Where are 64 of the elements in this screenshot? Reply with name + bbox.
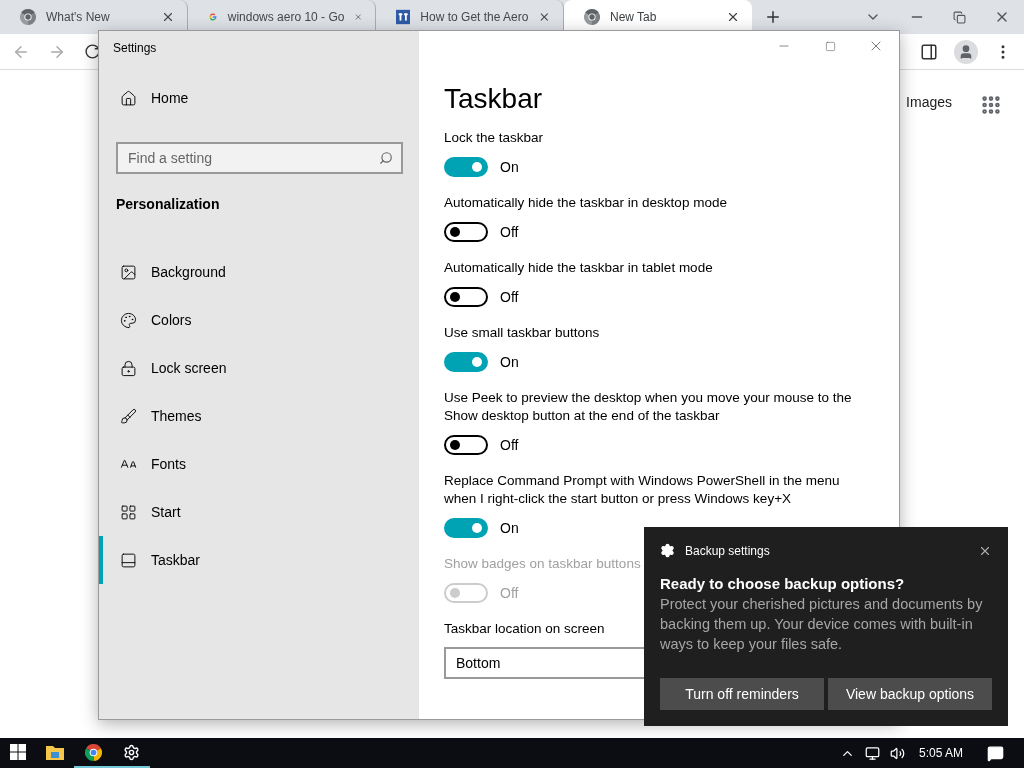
clock[interactable]: 5:05 AM	[918, 746, 963, 760]
nav-item[interactable]: Themes	[99, 392, 419, 440]
site-icon	[396, 9, 411, 25]
toggle-state: Off	[500, 437, 519, 453]
nav-item[interactable]: Taskbar	[99, 536, 419, 584]
toggle-state: On	[500, 520, 519, 536]
chrome-icon	[84, 743, 102, 761]
side-panel-icon[interactable]	[920, 42, 938, 61]
tiles-icon	[120, 503, 137, 521]
section-heading: Personalization	[115, 195, 221, 214]
toggle-switch[interactable]	[444, 435, 488, 455]
network-icon[interactable]	[864, 745, 880, 761]
toggle-state: Off	[500, 585, 519, 601]
new-tab-icon[interactable]	[764, 8, 782, 26]
field-label: Taskbar location on screen	[444, 620, 605, 638]
option-label: Automatically hide the taskbar in desktop mode	[444, 194, 727, 212]
close-icon[interactable]	[538, 10, 551, 24]
toggle-state: Off	[500, 224, 519, 240]
images-link[interactable]: Images	[906, 94, 952, 110]
option-label: Replace Command Prompt with Windows PowerShell in the menu when I right-click the start button or press Windows key+X	[444, 472, 841, 508]
nav-item[interactable]: Start	[99, 488, 419, 536]
lock-icon	[120, 359, 137, 377]
image-icon	[120, 263, 137, 281]
windows-logo-icon	[10, 744, 26, 760]
toggle-state: On	[500, 159, 519, 175]
nav-item[interactable]: Background	[99, 248, 419, 296]
chrome-icon	[584, 9, 600, 25]
toggle-state: On	[500, 354, 519, 370]
notification-icon[interactable]	[987, 744, 1004, 762]
toast-app-name: Backup settings	[685, 543, 771, 558]
toast-button[interactable]: View backup options	[828, 678, 992, 710]
toggle-switch[interactable]	[444, 352, 488, 372]
volume-icon[interactable]	[889, 745, 905, 761]
folder-icon	[46, 744, 64, 760]
restore-icon[interactable]	[953, 10, 966, 24]
palette-icon	[120, 311, 137, 329]
home-link[interactable]: Home	[99, 74, 419, 122]
page-title: Taskbar	[444, 83, 544, 115]
option-label: Use Peek to preview the desktop when you move your mouse to the Show desktop button at the end of the taskbar	[444, 389, 853, 425]
toggle-switch[interactable]	[444, 518, 488, 538]
toggle-switch[interactable]	[444, 157, 488, 177]
option-label: Lock the taskbar	[444, 129, 544, 147]
close-icon[interactable]	[161, 10, 175, 24]
toggle-switch[interactable]	[444, 222, 488, 242]
option-label: Use small taskbar buttons	[444, 324, 600, 342]
option-label: Show badges on taskbar buttons	[444, 555, 641, 573]
option-label: Automatically hide the taskbar in tablet mode	[444, 259, 713, 277]
toast-heading: Ready to choose backup options?	[660, 575, 906, 592]
search-field[interactable]: Find a setting	[116, 142, 403, 174]
home-icon	[120, 89, 137, 107]
close-icon[interactable]	[726, 10, 740, 24]
nav-item[interactable]: Fonts	[99, 440, 419, 488]
apps-icon[interactable]	[980, 94, 1002, 116]
window-title: Settings	[112, 40, 158, 57]
taskbar-icon	[120, 551, 137, 569]
toast-button[interactable]: Turn off reminders	[660, 678, 824, 710]
nav-item[interactable]: Colors	[99, 296, 419, 344]
chrome-icon	[20, 9, 36, 25]
toggle-switch[interactable]	[444, 287, 488, 307]
search-icon	[379, 151, 393, 165]
nav-item[interactable]: Lock screen	[99, 344, 419, 392]
brush-icon	[120, 407, 137, 425]
profile-avatar[interactable]	[954, 39, 978, 64]
toggle-state: Off	[500, 289, 519, 305]
